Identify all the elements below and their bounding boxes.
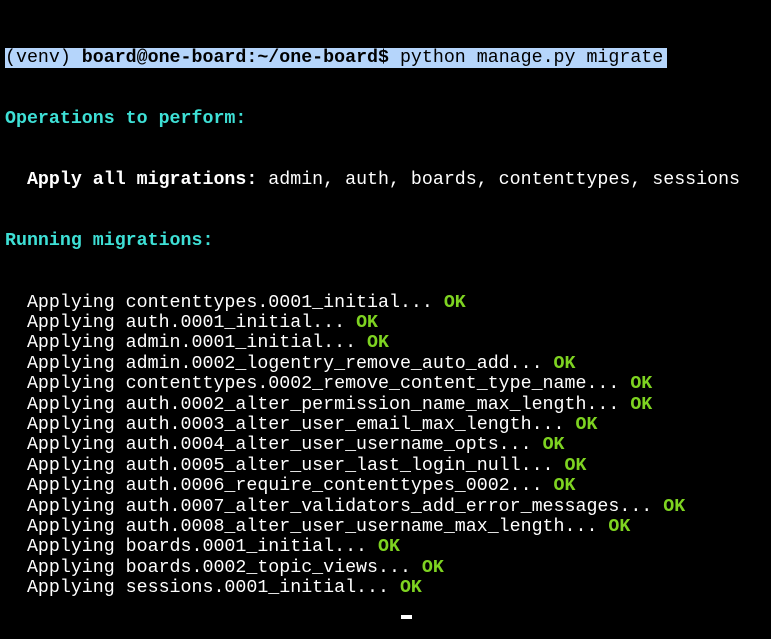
status-ok: OK	[553, 476, 576, 497]
migration-line: Applying auth.0005_alter_user_last_login…	[5, 456, 740, 476]
migration-name: Applying auth.0008_alter_user_username_m…	[5, 516, 609, 537]
migration-line: Applying contenttypes.0001_initial... OK	[5, 293, 740, 313]
migration-line: Applying auth.0007_alter_validators_add_…	[5, 497, 740, 517]
migration-line: Applying boards.0001_initial... OK	[5, 537, 740, 557]
migration-line: Applying auth.0003_alter_user_email_max_…	[5, 415, 740, 435]
apply-all-line: Apply all migrations: admin, auth, board…	[5, 170, 740, 190]
status-ok: OK	[443, 292, 466, 313]
apply-all-apps: admin, auth, boards, contenttypes, sessi…	[257, 170, 741, 191]
migration-name: Applying admin.0001_initial...	[5, 333, 368, 354]
migration-line: Applying auth.0006_require_contenttypes_…	[5, 476, 740, 496]
status-ok: OK	[630, 394, 653, 415]
status-ok: OK	[608, 516, 631, 537]
running-header: Running migrations:	[5, 231, 214, 252]
migration-name: Applying admin.0002_logentry_remove_auto…	[5, 353, 554, 374]
prompt-path: :~/one-board$	[246, 47, 389, 68]
status-ok: OK	[367, 333, 389, 354]
command-line: (venv) board@one-board:~/one-board$ pyth…	[5, 47, 740, 69]
status-ok: OK	[553, 353, 576, 374]
status-ok: OK	[630, 374, 653, 395]
status-ok: OK	[356, 313, 379, 334]
venv-indicator: (venv)	[5, 47, 82, 68]
status-ok: OK	[542, 435, 565, 456]
migration-line: Applying sessions.0001_initial... OK	[5, 578, 740, 598]
status-ok: OK	[399, 578, 422, 599]
migration-name: Applying boards.0001_initial...	[5, 537, 378, 558]
migration-list: Applying contenttypes.0001_initial... OK…	[5, 293, 740, 619]
status-ok: OK	[663, 496, 686, 517]
migration-name: Applying auth.0007_alter_validators_add_…	[5, 496, 664, 517]
migration-name: Applying auth.0003_alter_user_email_max_…	[5, 414, 576, 435]
migration-name: Applying contenttypes.0001_initial...	[5, 292, 444, 313]
migration-line: Applying auth.0002_alter_permission_name…	[5, 395, 740, 415]
previous-line-cutoff	[0, 0, 771, 6]
migration-name: Applying auth.0004_alter_user_username_o…	[5, 435, 543, 456]
status-ok: OK	[378, 537, 400, 558]
migration-line: Applying boards.0002_topic_views... OK	[5, 558, 740, 578]
migration-name: Applying auth.0006_require_contenttypes_…	[5, 476, 554, 497]
command-text: python manage.py migrate	[388, 47, 664, 68]
status-ok: OK	[421, 557, 444, 578]
migration-line: Applying admin.0001_initial... OK	[5, 333, 740, 353]
migration-name: Applying auth.0005_alter_user_last_login…	[5, 455, 565, 476]
migration-line: Applying admin.0002_logentry_remove_auto…	[5, 354, 740, 374]
selected-command: (venv) board@one-board:~/one-board$ pyth…	[5, 47, 668, 69]
status-ok: OK	[564, 455, 587, 476]
migration-name: Applying sessions.0001_initial...	[5, 578, 400, 599]
apply-all-label: Apply all migrations:	[5, 170, 258, 191]
migration-line: Applying auth.0004_alter_user_username_o…	[5, 435, 740, 455]
status-ok: OK	[575, 414, 598, 435]
cursor-line	[5, 598, 740, 619]
migration-name: Applying contenttypes.0002_remove_conten…	[5, 374, 631, 395]
operations-header: Operations to perform:	[5, 109, 247, 130]
user-host: board@one-board	[81, 47, 247, 68]
cursor	[401, 614, 412, 619]
migration-name: Applying auth.0002_alter_permission_name…	[5, 394, 631, 415]
migration-line: Applying auth.0001_initial... OK	[5, 313, 740, 333]
migration-line: Applying contenttypes.0002_remove_conten…	[5, 374, 740, 394]
terminal-output[interactable]: (venv) board@one-board:~/one-board$ pyth…	[5, 7, 740, 639]
migration-line: Applying auth.0008_alter_user_username_m…	[5, 517, 740, 537]
migration-name: Applying boards.0002_topic_views...	[5, 557, 422, 578]
migration-name: Applying auth.0001_initial...	[5, 313, 357, 334]
